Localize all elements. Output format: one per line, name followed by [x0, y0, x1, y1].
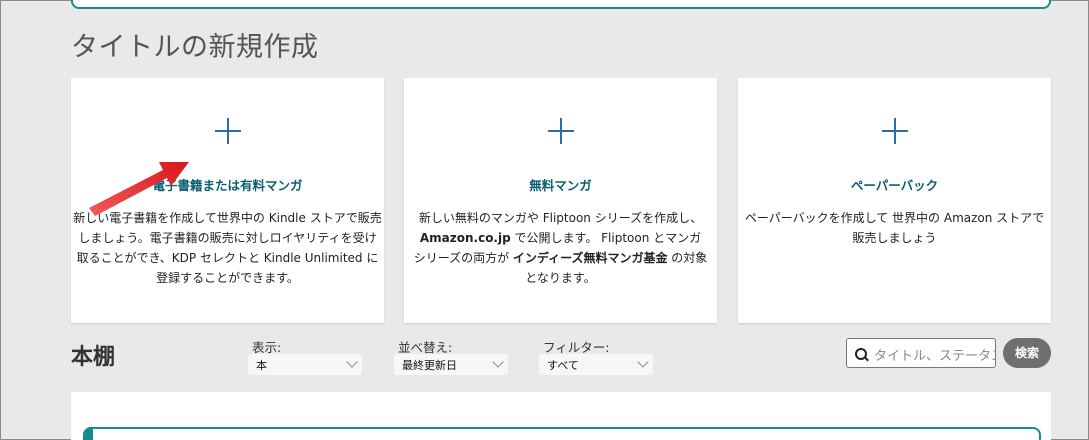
chevron-down-icon [346, 356, 358, 368]
create-free-manga-card[interactable]: 無料マンガ 新しい無料のマンガや Fliptoon シリーズを作成し、Amazo… [404, 78, 717, 323]
previous-section-strip [71, 0, 1051, 9]
card-description-free-manga: 新しい無料のマンガや Fliptoon シリーズを作成し、Amazon.co.j… [413, 211, 708, 285]
chevron-down-icon [492, 356, 504, 368]
plus-icon [547, 118, 574, 144]
card-description-paperback: ペーパーバックを作成して 世界中の Amazon ストアで販売しましょう [744, 211, 1045, 245]
plus-icon [881, 118, 908, 144]
search-button[interactable]: 検索 [1003, 338, 1051, 368]
filter-select-value: すべて [547, 359, 579, 372]
search-icon [855, 348, 869, 362]
sort-select[interactable]: 最終更新日 [394, 354, 508, 375]
bookshelf-item-strip [83, 427, 1041, 440]
card-description-ebook: 新しい電子書籍を作成して世界中の Kindle ストアで販売しましょう。電子書籍… [73, 211, 382, 285]
card-title-paperback[interactable]: ペーパーバック [738, 175, 1051, 194]
sort-select-value: 最終更新日 [402, 359, 457, 372]
display-select-value: 本 [256, 359, 267, 372]
search-input[interactable]: タイトル、ステータス [846, 338, 996, 368]
red-arrow-annotation [89, 162, 189, 216]
card-title-free-manga[interactable]: 無料マンガ [404, 175, 717, 194]
display-select[interactable]: 本 [248, 354, 362, 375]
bookshelf-title: 本棚 [71, 345, 116, 370]
filter-select[interactable]: すべて [539, 354, 653, 375]
create-paperback-card[interactable]: ペーパーバック ペーパーバックを作成して 世界中の Amazon ストアで販売し… [738, 78, 1051, 323]
plus-icon [214, 118, 241, 144]
strip-tab [83, 427, 93, 440]
chevron-down-icon [637, 356, 649, 368]
search-placeholder: タイトル、ステータス [874, 349, 996, 364]
page-title: タイトルの新規作成 [71, 32, 319, 63]
